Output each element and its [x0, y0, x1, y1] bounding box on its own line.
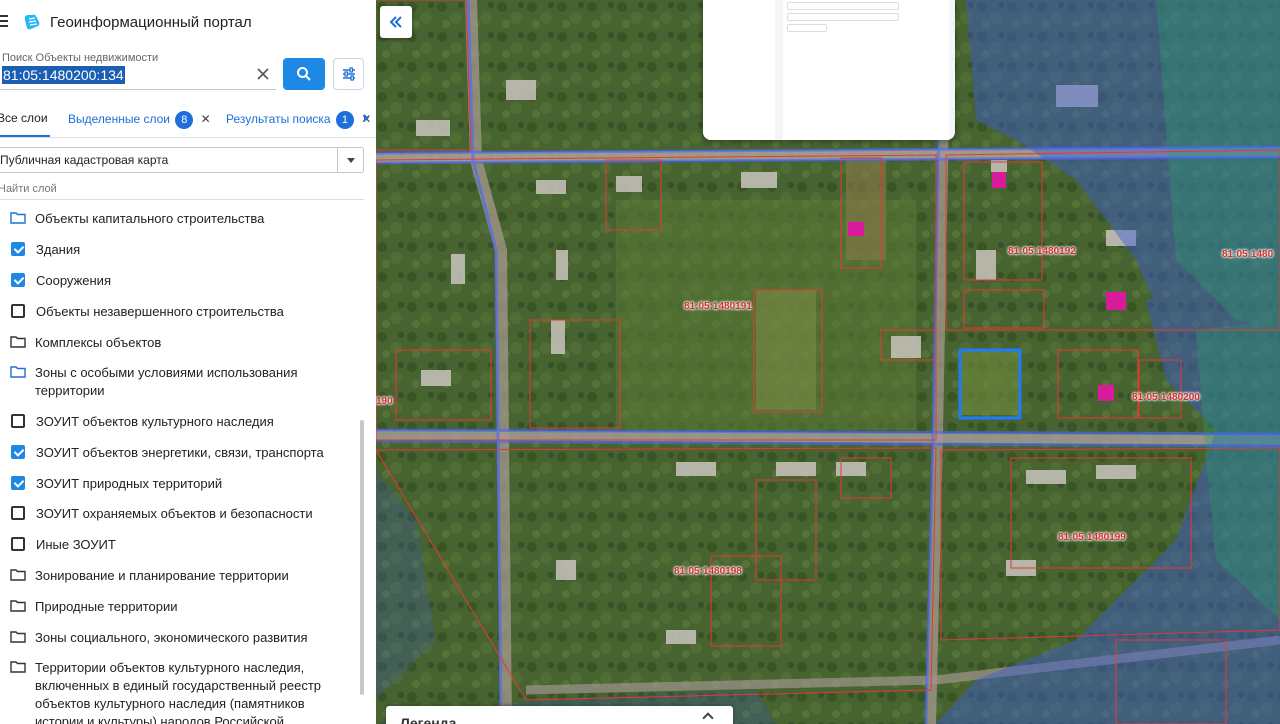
layer-checkbox[interactable]: [11, 476, 25, 490]
folder-icon: [10, 336, 26, 348]
document-preview: [703, 0, 955, 140]
search-input[interactable]: 81:05:1480200:134: [2, 66, 125, 84]
layer-item[interactable]: ЗОУИТ объектов энергетики, связи, трансп…: [10, 444, 350, 462]
basemap-select[interactable]: Публичная кадастровая карта: [0, 147, 364, 173]
parcel-label[interactable]: 190: [376, 396, 393, 407]
layer-item[interactable]: Объекты капитального строительства: [10, 210, 350, 228]
preview-input: [787, 24, 827, 32]
layer-label: Объекты незавершенного строительства: [36, 304, 284, 319]
count-badge: 8: [175, 111, 194, 129]
preview-sidebar: [703, 0, 775, 140]
layer-label: Иные ЗОУИТ: [36, 537, 116, 552]
layer-label: Зоны с особыми условиями использования т…: [35, 365, 298, 398]
preview-input: [787, 13, 899, 21]
layer-checkbox[interactable]: [11, 506, 25, 520]
layer-checkbox[interactable]: [11, 304, 25, 318]
tab-label: Выделенные слои: [68, 112, 170, 127]
layer-label: Зоны социального, экономического развити…: [35, 630, 308, 645]
parcel-label[interactable]: 81:05:1480192: [1008, 246, 1076, 257]
folder-icon: [10, 212, 26, 224]
parcel-label[interactable]: 81:05:1480199: [1058, 532, 1126, 543]
tab-all-layers[interactable]: Все слои: [0, 111, 48, 125]
active-tab-indicator: [0, 135, 50, 137]
layer-label: Территории объектов культурного наследия…: [35, 660, 322, 724]
layer-label: ЗОУИТ объектов культурного наследия: [36, 414, 274, 429]
tabs-scroll-right-icon[interactable]: [364, 114, 369, 122]
chevron-down-icon[interactable]: [337, 148, 363, 172]
tab-label: Результаты поиска: [226, 112, 331, 127]
chevron-up-icon[interactable]: [702, 712, 714, 724]
layer-search-input[interactable]: Найти слой: [0, 183, 57, 195]
filter-button[interactable]: [333, 58, 364, 90]
folder-icon: [10, 366, 26, 378]
scrollbar[interactable]: [360, 420, 364, 695]
legend-panel[interactable]: Легенда: [386, 706, 733, 724]
layer-item[interactable]: Сооружения: [10, 272, 350, 290]
layer-item[interactable]: Иные ЗОУИТ: [10, 536, 350, 554]
layer-item[interactable]: Зоны с особыми условиями использования т…: [10, 364, 350, 400]
layer-item[interactable]: ЗОУИТ охраняемых объектов и безопасности: [10, 505, 350, 523]
parcel-label[interactable]: 81:05:1480198: [674, 566, 742, 577]
layer-item[interactable]: Комплексы объектов: [10, 334, 350, 352]
parcel-label[interactable]: 81:05:1480: [1222, 249, 1273, 260]
left-panel: Геоинформационный портал Поиск Объекты н…: [0, 0, 376, 724]
tab-search-results[interactable]: Результаты поиска 1 ✕: [226, 111, 371, 129]
layer-label: Здания: [36, 242, 81, 257]
search-field[interactable]: 81:05:1480200:134: [0, 58, 276, 90]
collapse-panel-button[interactable]: [380, 6, 412, 38]
count-badge: 1: [335, 111, 354, 129]
layer-label: Природные территории: [35, 599, 178, 614]
layer-item[interactable]: Здания: [10, 241, 350, 259]
parcel-label[interactable]: 81:05:1480200: [1132, 392, 1200, 403]
layer-item[interactable]: ЗОУИТ объектов культурного наследия: [10, 413, 350, 431]
search-button[interactable]: [283, 58, 325, 90]
search-icon: [297, 67, 311, 81]
folder-icon: [10, 631, 26, 643]
layer-item[interactable]: Территории объектов культурного наследия…: [10, 659, 350, 724]
layer-label: Объекты капитального строительства: [35, 211, 265, 226]
layer-item[interactable]: Зоны социального, экономического развити…: [10, 629, 350, 647]
tab-bar: Все слои Выделенные слои 8 ✕ Результаты …: [0, 100, 376, 138]
top-bar: Геоинформационный портал: [0, 0, 376, 44]
layer-label: ЗОУИТ объектов энергетики, связи, трансп…: [36, 445, 324, 460]
basemap-selected: Публичная кадастровая карта: [0, 153, 169, 167]
preview-input: [787, 2, 899, 10]
tab-selected-layers[interactable]: Выделенные слои 8 ✕: [68, 111, 211, 129]
layer-label: Зонирование и планирование территории: [35, 568, 289, 583]
layer-checkbox[interactable]: [11, 445, 25, 459]
tab-label: Все слои: [0, 111, 48, 125]
app-title: Геоинформационный портал: [50, 14, 252, 31]
folder-icon: [10, 569, 26, 581]
filter-icon: [342, 67, 355, 81]
layer-checkbox[interactable]: [11, 414, 25, 428]
layer-label: Сооружения: [36, 273, 111, 288]
close-icon[interactable]: ✕: [201, 112, 211, 126]
folder-icon: [10, 600, 26, 612]
divider: [0, 199, 364, 200]
layer-checkbox[interactable]: [11, 273, 25, 287]
layer-item[interactable]: Природные территории: [10, 598, 350, 616]
layer-checkbox[interactable]: [11, 537, 25, 551]
layer-item[interactable]: ЗОУИТ природных территорий: [10, 475, 350, 493]
layer-checkbox[interactable]: [11, 242, 25, 256]
preview-content: [783, 0, 949, 140]
logo-icon: [24, 14, 40, 30]
layer-item[interactable]: Зонирование и планирование территории: [10, 567, 350, 585]
folder-icon: [10, 661, 26, 673]
double-chevron-left-icon: [389, 16, 402, 28]
layer-label: ЗОУИТ охраняемых объектов и безопасности: [36, 506, 313, 521]
close-icon[interactable]: [255, 66, 271, 82]
legend-title: Легенда: [400, 715, 457, 724]
menu-icon[interactable]: [0, 15, 8, 27]
parcel-label[interactable]: 81:05:1480191: [684, 301, 752, 312]
layer-label: Комплексы объектов: [35, 335, 162, 350]
layer-label: ЗОУИТ природных территорий: [36, 476, 223, 491]
layer-item[interactable]: Объекты незавершенного строительства: [10, 303, 350, 321]
